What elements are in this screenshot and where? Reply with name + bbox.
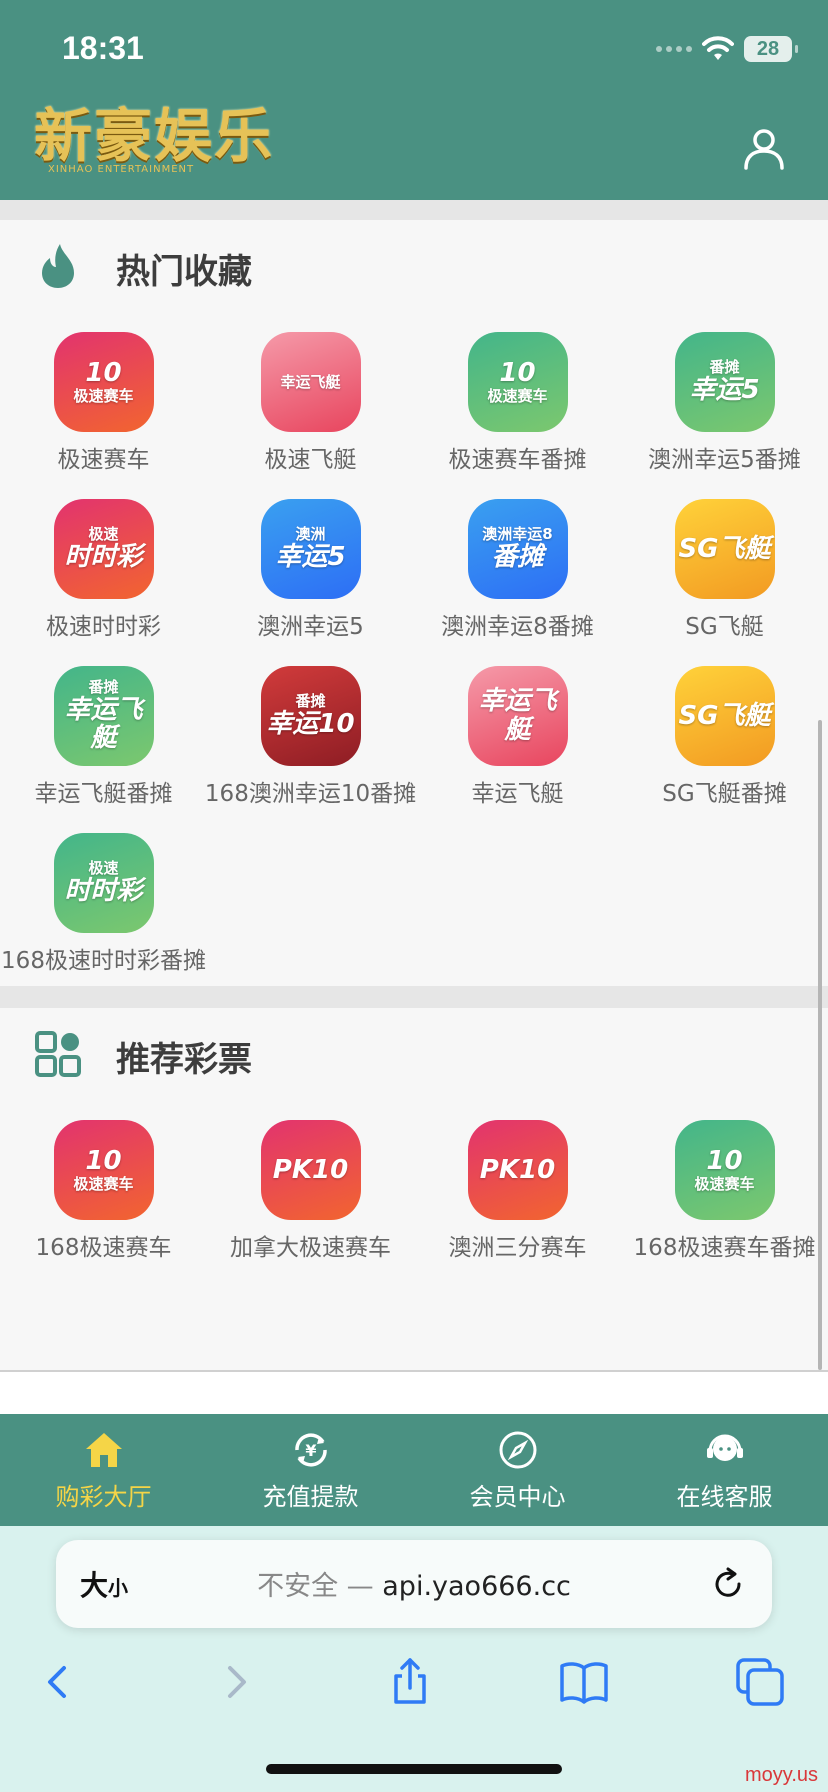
- grid-icon: [35, 1031, 81, 1077]
- lottery-logo: PK10: [260, 1120, 361, 1220]
- insecure-label: 不安全 —: [257, 1571, 383, 1602]
- hot-grid: 10 极速赛车 极速赛车 幸运飞艇 极速飞艇 10 极速赛车 极速赛车番摊 番摊 幸运…: [0, 332, 828, 1000]
- home-indicator[interactable]: [266, 1764, 562, 1774]
- lottery-label: 幸运飞艇番摊: [34, 781, 173, 807]
- lottery-tile[interactable]: SG飞艇 SG飞艇: [621, 499, 828, 666]
- lottery-logo: 极速 时时彩: [53, 833, 154, 933]
- lottery-logo: 番摊 幸运飞艇: [53, 666, 154, 766]
- section-title: 热门收藏: [116, 252, 252, 292]
- tabs-icon[interactable]: [732, 1654, 788, 1710]
- nav-label: 充值提款: [262, 1482, 359, 1511]
- lottery-logo: 10 极速赛车: [674, 1120, 775, 1220]
- nav-label: 在线客服: [676, 1482, 773, 1511]
- bottom-nav: 购彩大厅 ¥ 充值提款 会员中心 在线客服: [0, 1414, 828, 1526]
- lottery-logo: 10 极速赛车: [53, 332, 154, 432]
- lottery-logo: 澳洲 幸运5: [260, 499, 361, 599]
- app-header: 18:31 28 新豪娱乐 XINHAO ENTERTAINMENT: [0, 0, 828, 200]
- headset-icon: [706, 1434, 743, 1461]
- lottery-logo: 10 极速赛车: [467, 332, 568, 432]
- signal-icon: [656, 46, 692, 52]
- lottery-label: 澳洲幸运5番摊: [648, 447, 801, 473]
- brand-logo[interactable]: 新豪娱乐 XINHAO ENTERTAINMENT: [34, 104, 274, 184]
- lottery-logo: 幸运飞艇: [260, 332, 361, 432]
- yen-exchange-icon: ¥: [294, 1432, 327, 1467]
- divider: [0, 986, 828, 1008]
- lottery-tile[interactable]: 番摊 幸运飞艇 幸运飞艇番摊: [0, 666, 207, 833]
- home-icon: [85, 1432, 122, 1467]
- browser-toolbar: 大小 不安全 — api.yao666.cc: [0, 1526, 828, 1792]
- lottery-label: 极速赛车: [57, 447, 150, 473]
- lottery-label: 极速飞艇: [264, 447, 357, 473]
- lottery-logo: 极速 时时彩: [53, 499, 154, 599]
- wifi-icon: [702, 36, 734, 60]
- lottery-label: 168极速时时彩番摊: [1, 948, 206, 974]
- lottery-logo: 番摊 幸运5: [674, 332, 775, 432]
- lottery-label: 168澳洲幸运10番摊: [204, 781, 417, 807]
- user-icon[interactable]: [742, 126, 786, 170]
- lottery-tile[interactable]: 澳洲 幸运5 澳洲幸运5: [207, 499, 414, 666]
- status-indicators: 28: [656, 36, 798, 62]
- divider: [0, 200, 828, 220]
- svg-text:¥: ¥: [305, 1441, 316, 1460]
- lottery-label: 幸运飞艇: [471, 781, 564, 807]
- bookmarks-icon[interactable]: [556, 1654, 612, 1710]
- nav-item-lobby[interactable]: 购彩大厅: [0, 1414, 207, 1526]
- hot-favorites-section: 热门收藏 10 极速赛车 极速赛车 幸运飞艇 极速飞艇 10 极速赛车 极速赛车番摊…: [0, 220, 828, 988]
- address-bar[interactable]: 大小 不安全 — api.yao666.cc: [56, 1540, 772, 1628]
- nav-label: 会员中心: [469, 1482, 566, 1511]
- lottery-label: 澳洲幸运5: [257, 614, 364, 640]
- nav-item-member[interactable]: 会员中心: [414, 1414, 621, 1526]
- forward-icon[interactable]: [208, 1654, 264, 1710]
- brand-title: 新豪娱乐: [34, 102, 275, 170]
- lottery-logo: 澳洲幸运8 番摊: [467, 499, 568, 599]
- lottery-logo: SG飞艇: [674, 499, 775, 599]
- lottery-logo: 10 极速赛车: [53, 1120, 154, 1220]
- recommended-grid: 10 极速赛车 168极速赛车 PK10 加拿大极速赛车 PK10 澳洲三分赛车 …: [0, 1120, 828, 1287]
- lottery-tile[interactable]: 10 极速赛车 极速赛车番摊: [414, 332, 621, 499]
- lottery-label: 168极速赛车番摊: [633, 1235, 816, 1261]
- lottery-label: 168极速赛车: [35, 1235, 172, 1261]
- content-footer: [0, 1370, 828, 1414]
- lottery-tile[interactable]: 10 极速赛车 极速赛车: [0, 332, 207, 499]
- domain-label: api.yao666.cc: [382, 1571, 571, 1602]
- lottery-tile[interactable]: 极速 时时彩 168极速时时彩番摊: [0, 833, 207, 1000]
- reload-icon[interactable]: [708, 1564, 748, 1604]
- lottery-label: SG飞艇: [685, 614, 764, 640]
- lottery-label: SG飞艇番摊: [662, 781, 787, 807]
- lottery-label: 澳洲幸运8番摊: [441, 614, 594, 640]
- lottery-tile[interactable]: 幸运飞艇 极速飞艇: [207, 332, 414, 499]
- lottery-tile[interactable]: 极速 时时彩 极速时时彩: [0, 499, 207, 666]
- lottery-logo: SG飞艇: [674, 666, 775, 766]
- watermark-text: moyy.us: [745, 1764, 818, 1786]
- share-icon[interactable]: [382, 1654, 438, 1710]
- lottery-tile[interactable]: PK10 澳洲三分赛车: [414, 1120, 621, 1287]
- lottery-label: 极速时时彩: [46, 614, 161, 640]
- lottery-label: 加拿大极速赛车: [230, 1235, 391, 1261]
- back-icon[interactable]: [30, 1654, 86, 1710]
- lottery-tile[interactable]: 澳洲幸运8 番摊 澳洲幸运8番摊: [414, 499, 621, 666]
- lottery-tile[interactable]: 10 极速赛车 168极速赛车: [0, 1120, 207, 1287]
- nav-label: 购彩大厅: [55, 1482, 152, 1511]
- lottery-tile[interactable]: 番摊 幸运5 澳洲幸运5番摊: [621, 332, 828, 499]
- lottery-tile[interactable]: PK10 加拿大极速赛车: [207, 1120, 414, 1287]
- flame-icon: [42, 244, 74, 288]
- section-title: 推荐彩票: [116, 1040, 252, 1080]
- lottery-tile[interactable]: 幸运飞艇 幸运飞艇: [414, 666, 621, 833]
- status-time: 18:31: [62, 30, 144, 66]
- lottery-logo: PK10: [467, 1120, 568, 1220]
- lottery-logo: 番摊 幸运10: [260, 666, 361, 766]
- nav-item-support[interactable]: 在线客服: [621, 1414, 828, 1526]
- lottery-tile[interactable]: 10 极速赛车 168极速赛车番摊: [621, 1120, 828, 1287]
- nav-item-deposit[interactable]: ¥ 充值提款: [207, 1414, 414, 1526]
- recommended-section: 推荐彩票 10 极速赛车 168极速赛车 PK10 加拿大极速赛车 PK10 澳洲…: [0, 1008, 828, 1370]
- url-text: 不安全 — api.yao666.cc: [56, 1564, 772, 1603]
- compass-icon: [499, 1431, 536, 1468]
- lottery-label: 极速赛车番摊: [448, 447, 587, 473]
- lottery-logo: 幸运飞艇: [467, 666, 568, 766]
- lottery-tile[interactable]: SG飞艇 SG飞艇番摊: [621, 666, 828, 833]
- lottery-tile[interactable]: 番摊 幸运10 168澳洲幸运10番摊: [204, 666, 417, 833]
- battery-icon: 28: [744, 36, 798, 62]
- scrollbar[interactable]: [818, 720, 822, 1370]
- lottery-label: 澳洲三分赛车: [448, 1235, 587, 1261]
